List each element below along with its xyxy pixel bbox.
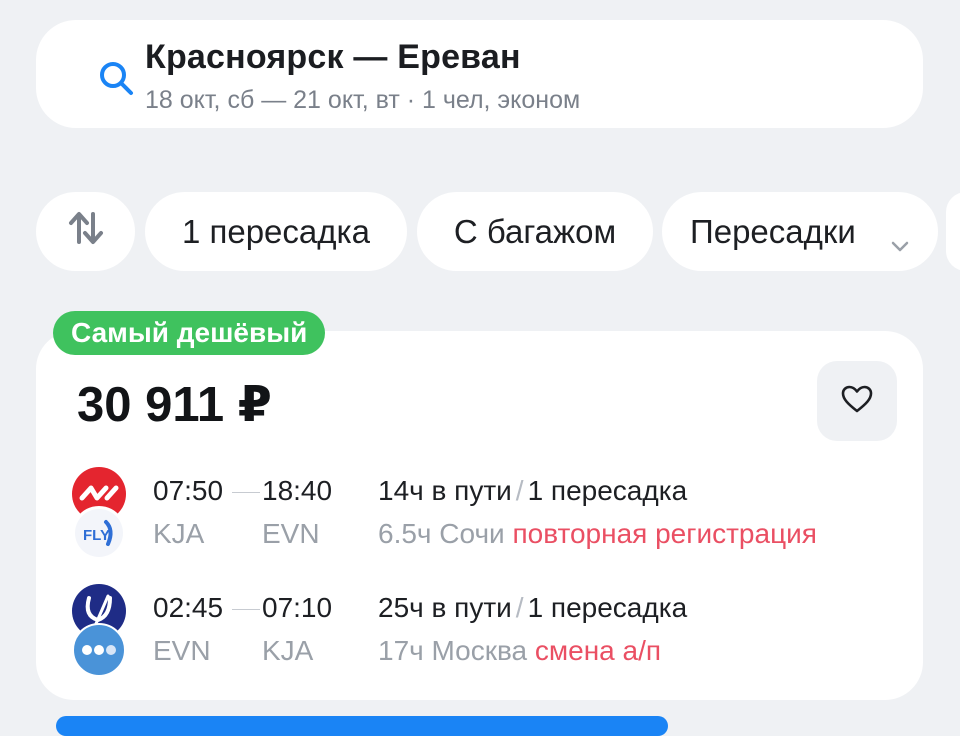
fly-airline-logo: FLY [72, 506, 126, 560]
segment-2-departure-time: 02:45 [153, 592, 224, 623]
segment-1-departure-code: KJA [153, 518, 205, 549]
favorite-button[interactable] [817, 361, 897, 441]
segment-1-slash: / [515, 475, 524, 506]
search-route: Красноярск — Ереван [145, 38, 521, 76]
segment-2-duration: 25ч в пути [378, 592, 512, 623]
segment-1-arrival-time: 18:40 [262, 475, 333, 506]
blue-dots-airline-logo [72, 623, 126, 677]
filter-dropdown-transfers[interactable]: Пересадки [662, 192, 938, 271]
segment-2-warning: смена а/п [534, 635, 662, 666]
filter-chip-label: 1 пересадка [181, 212, 371, 250]
filter-chip-label: С багажом [453, 212, 617, 250]
segment-1-duration: 14ч в пути [378, 475, 512, 506]
segment-1-departure-time: 07:50 [153, 475, 224, 506]
segment-1-time-dash [232, 492, 260, 493]
offer-price: 30 911 ₽ [77, 378, 272, 432]
segment-1-transfers: 1 пересадка [527, 475, 688, 506]
heart-icon [840, 384, 874, 419]
segment-1-stop-info: 6.5ч Сочи [378, 518, 505, 549]
cheapest-badge: Самый дешёвый [53, 311, 326, 355]
segment-1-stop: 6.5ч Сочи повторная регистрация [378, 518, 817, 550]
search-details: 18 окт, сб — 21 окт, вт · 1 чел, эконом [145, 86, 581, 114]
segment-1-summary: 14ч в пути/1 пересадка [378, 475, 687, 507]
segment-2-arrival-code: KJA [262, 635, 314, 666]
segment-2-time-dash [232, 609, 260, 610]
segment-2-stop: 17ч Москва смена а/п [378, 635, 661, 667]
svg-text:FLY: FLY [83, 527, 110, 544]
segment-1-arrival-code: EVN [262, 518, 320, 549]
filter-chip-baggage[interactable]: С багажом [417, 192, 653, 271]
segment-2-slash: / [515, 592, 524, 623]
sort-arrows-icon [66, 208, 106, 256]
chevron-down-icon [890, 224, 910, 262]
next-offer-edge[interactable] [56, 716, 668, 736]
segment-2-transfers: 1 пересадка [527, 592, 688, 623]
search-bar[interactable]: Красноярск — Ереван 18 окт, сб — 21 окт,… [36, 20, 923, 128]
segment-2-summary: 25ч в пути/1 пересадка [378, 592, 687, 624]
sort-button[interactable] [36, 192, 135, 271]
segment-2-arrival-time: 07:10 [262, 592, 333, 623]
filter-chip-label: Пересадки [690, 212, 856, 250]
segment-2-departure-code: EVN [153, 635, 211, 666]
filter-chip-partial[interactable] [946, 192, 960, 271]
segment-2-stop-info: 17ч Москва [378, 635, 528, 666]
filter-chip-one-transfer[interactable]: 1 пересадка [145, 192, 407, 271]
segment-1-warning: повторная регистрация [512, 518, 817, 549]
